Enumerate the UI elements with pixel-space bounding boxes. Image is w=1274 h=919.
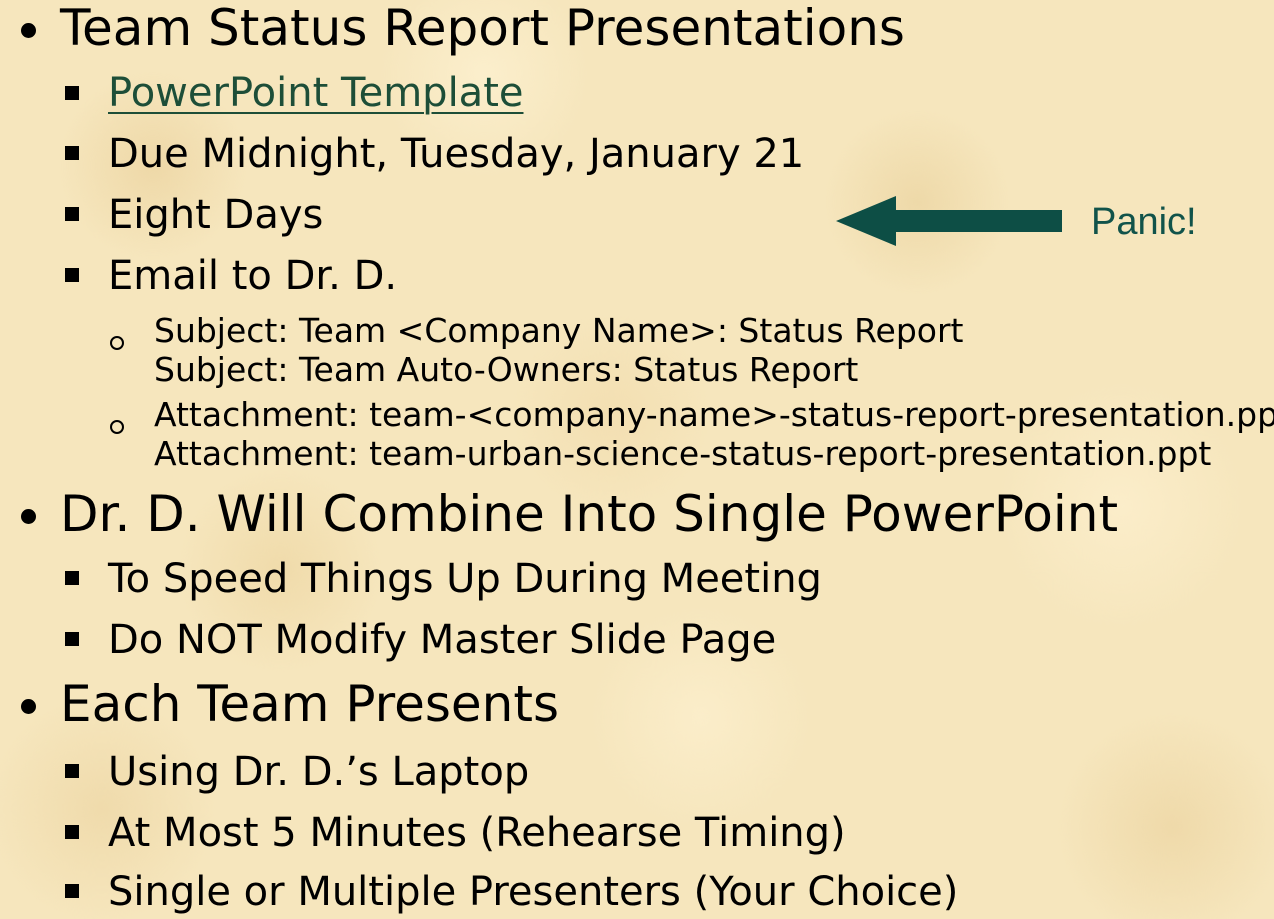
attachment-template-item: Attachment: team-<company-name>-status-r… [154, 395, 1274, 434]
panic-callout: Panic! [1091, 201, 1197, 243]
bullet-square-icon [65, 764, 79, 778]
heading-each-team-presents: Each Team Presents [60, 675, 559, 733]
subject-example-item: Subject: Team Auto-Owners: Status Report [154, 350, 859, 389]
subject-template-item: Subject: Team <Company Name>: Status Rep… [154, 311, 964, 350]
bullet-dot-icon [21, 509, 36, 524]
heading-team-status-report: Team Status Report Presentations [60, 0, 905, 57]
bullet-square-icon [65, 825, 79, 839]
do-not-modify-item: Do NOT Modify Master Slide Page [108, 617, 777, 663]
bullet-square-icon [65, 884, 79, 898]
presenters-item: Single or Multiple Presenters (Your Choi… [108, 869, 959, 915]
time-limit-item: At Most 5 Minutes (Rehearse Timing) [108, 810, 846, 856]
bullet-square-icon [65, 146, 79, 160]
attachment-example-item: Attachment: team-urban-science-status-re… [154, 434, 1212, 473]
powerpoint-template-link[interactable]: PowerPoint Template [108, 73, 524, 113]
bullet-dot-icon [21, 23, 36, 38]
bullet-square-icon [65, 268, 79, 282]
bullet-square-icon [65, 86, 79, 100]
eight-days-item: Eight Days [108, 192, 324, 238]
bullet-square-icon [65, 571, 79, 585]
heading-combine-powerpoint: Dr. D. Will Combine Into Single PowerPoi… [60, 485, 1119, 543]
left-arrow-icon [836, 196, 1062, 246]
laptop-item: Using Dr. D.’s Laptop [108, 749, 530, 795]
bullet-circle-icon [110, 420, 124, 434]
due-date-item: Due Midnight, Tuesday, January 21 [108, 131, 805, 177]
bullet-circle-icon [110, 336, 124, 350]
bullet-dot-icon [21, 699, 36, 714]
bullet-square-icon [65, 207, 79, 221]
slide: Team Status Report Presentations PowerPo… [0, 0, 1274, 919]
email-item: Email to Dr. D. [108, 253, 398, 299]
bullet-square-icon [65, 632, 79, 646]
speed-things-up-item: To Speed Things Up During Meeting [108, 556, 822, 602]
